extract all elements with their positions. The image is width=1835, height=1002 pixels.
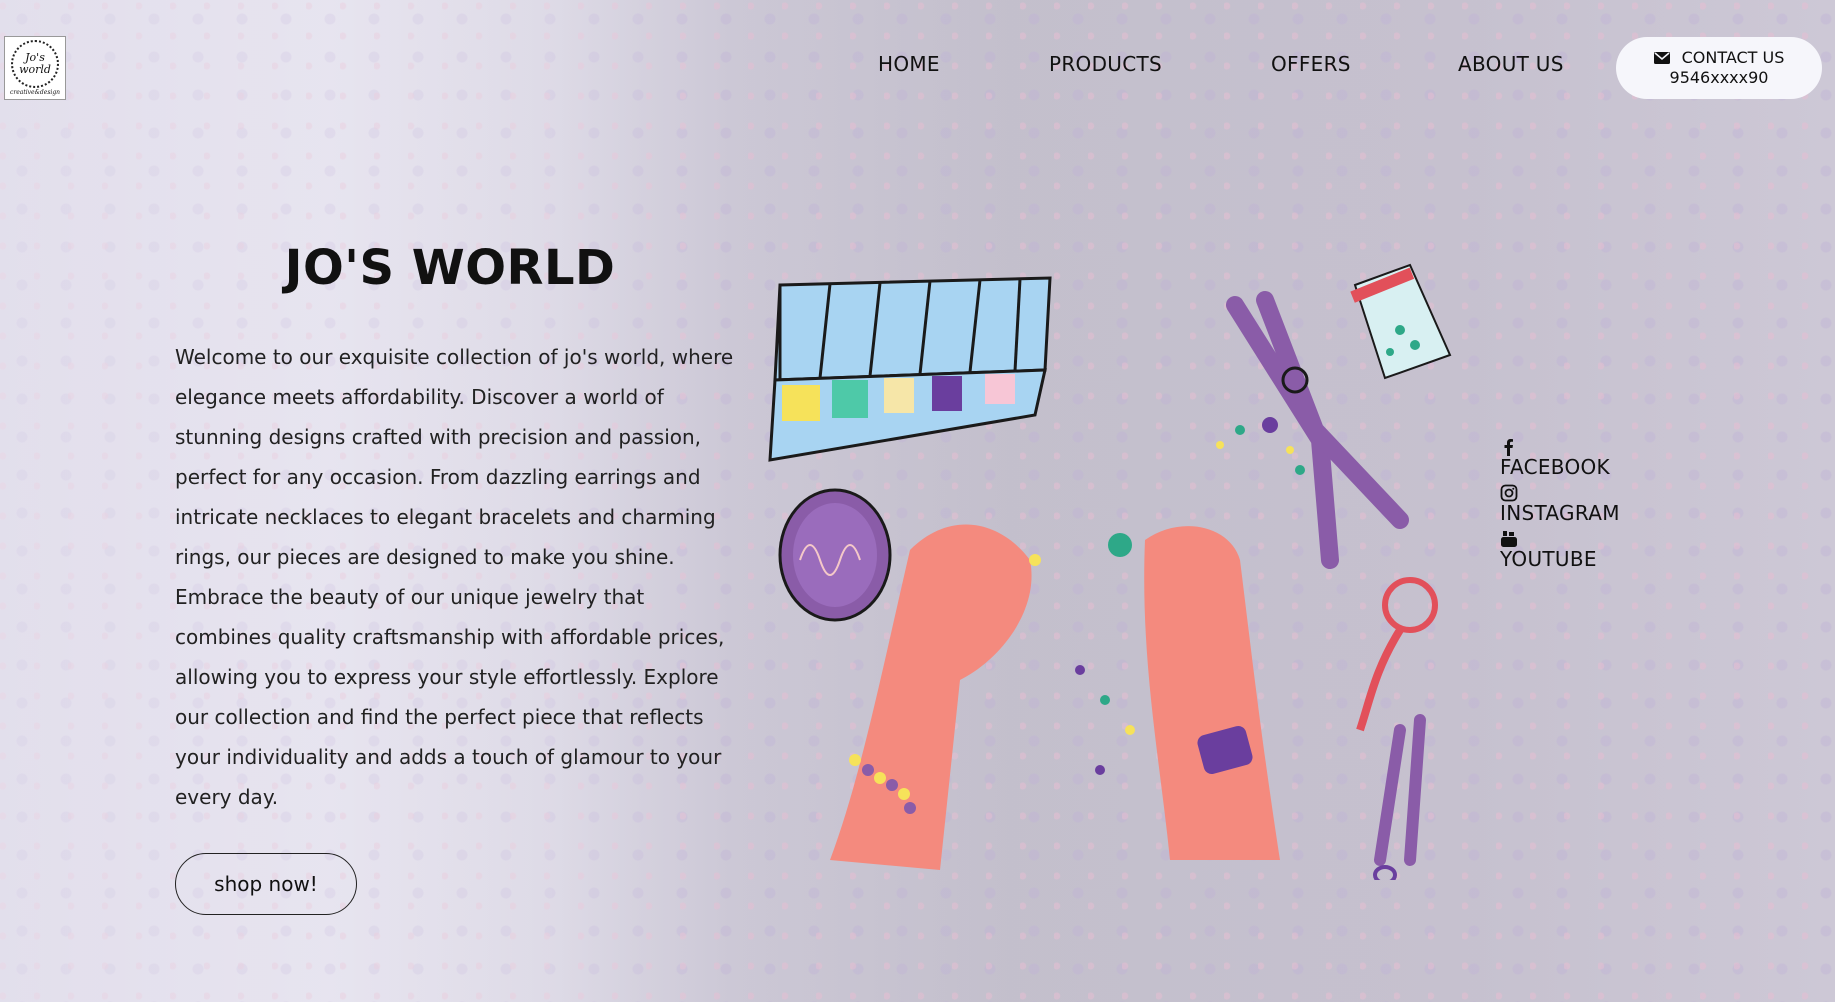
bead-organizer-box [768, 276, 1052, 462]
contact-us-button[interactable]: CONTACT US 9546xxxx90 [1616, 37, 1822, 99]
nav-home[interactable]: HOME [878, 52, 940, 76]
youtube-icon [1501, 531, 1517, 547]
contact-phone: 9546xxxx90 [1669, 68, 1769, 87]
page-title: JO'S WORLD [284, 240, 616, 296]
social-links: FACEBOOK INSTAGRAM YOUTUBE [1500, 438, 1620, 576]
nav-offers[interactable]: OFFERS [1271, 52, 1351, 76]
hero-description: Welcome to our exquisite collection of j… [175, 345, 734, 809]
ribbon-roll [1356, 577, 1438, 732]
instagram-icon [1500, 484, 1518, 502]
bead-bag [1350, 263, 1452, 380]
instagram-link[interactable]: INSTAGRAM [1500, 484, 1620, 524]
thread-scissors [1373, 714, 1426, 880]
envelope-icon [1653, 52, 1670, 64]
hands [830, 524, 1280, 870]
instagram-label: INSTAGRAM [1500, 501, 1620, 525]
facebook-link[interactable]: FACEBOOK [1500, 438, 1620, 478]
contact-label: CONTACT US [1681, 48, 1785, 67]
youtube-link[interactable]: YOUTUBE [1500, 530, 1620, 570]
jewelry-making-illustration [768, 263, 1452, 880]
main-nav: HOME PRODUCTS OFFERS ABOUT US [0, 52, 1835, 82]
youtube-label: YOUTUBE [1500, 547, 1597, 571]
facebook-label: FACEBOOK [1500, 455, 1610, 479]
nav-about-us[interactable]: ABOUT US [1458, 52, 1564, 76]
logo-tagline: creative&design [9, 89, 61, 96]
shop-now-button[interactable]: shop now! [175, 853, 357, 915]
thread-spool [778, 488, 892, 622]
nav-products[interactable]: PRODUCTS [1049, 52, 1162, 76]
facebook-icon [1504, 439, 1513, 456]
